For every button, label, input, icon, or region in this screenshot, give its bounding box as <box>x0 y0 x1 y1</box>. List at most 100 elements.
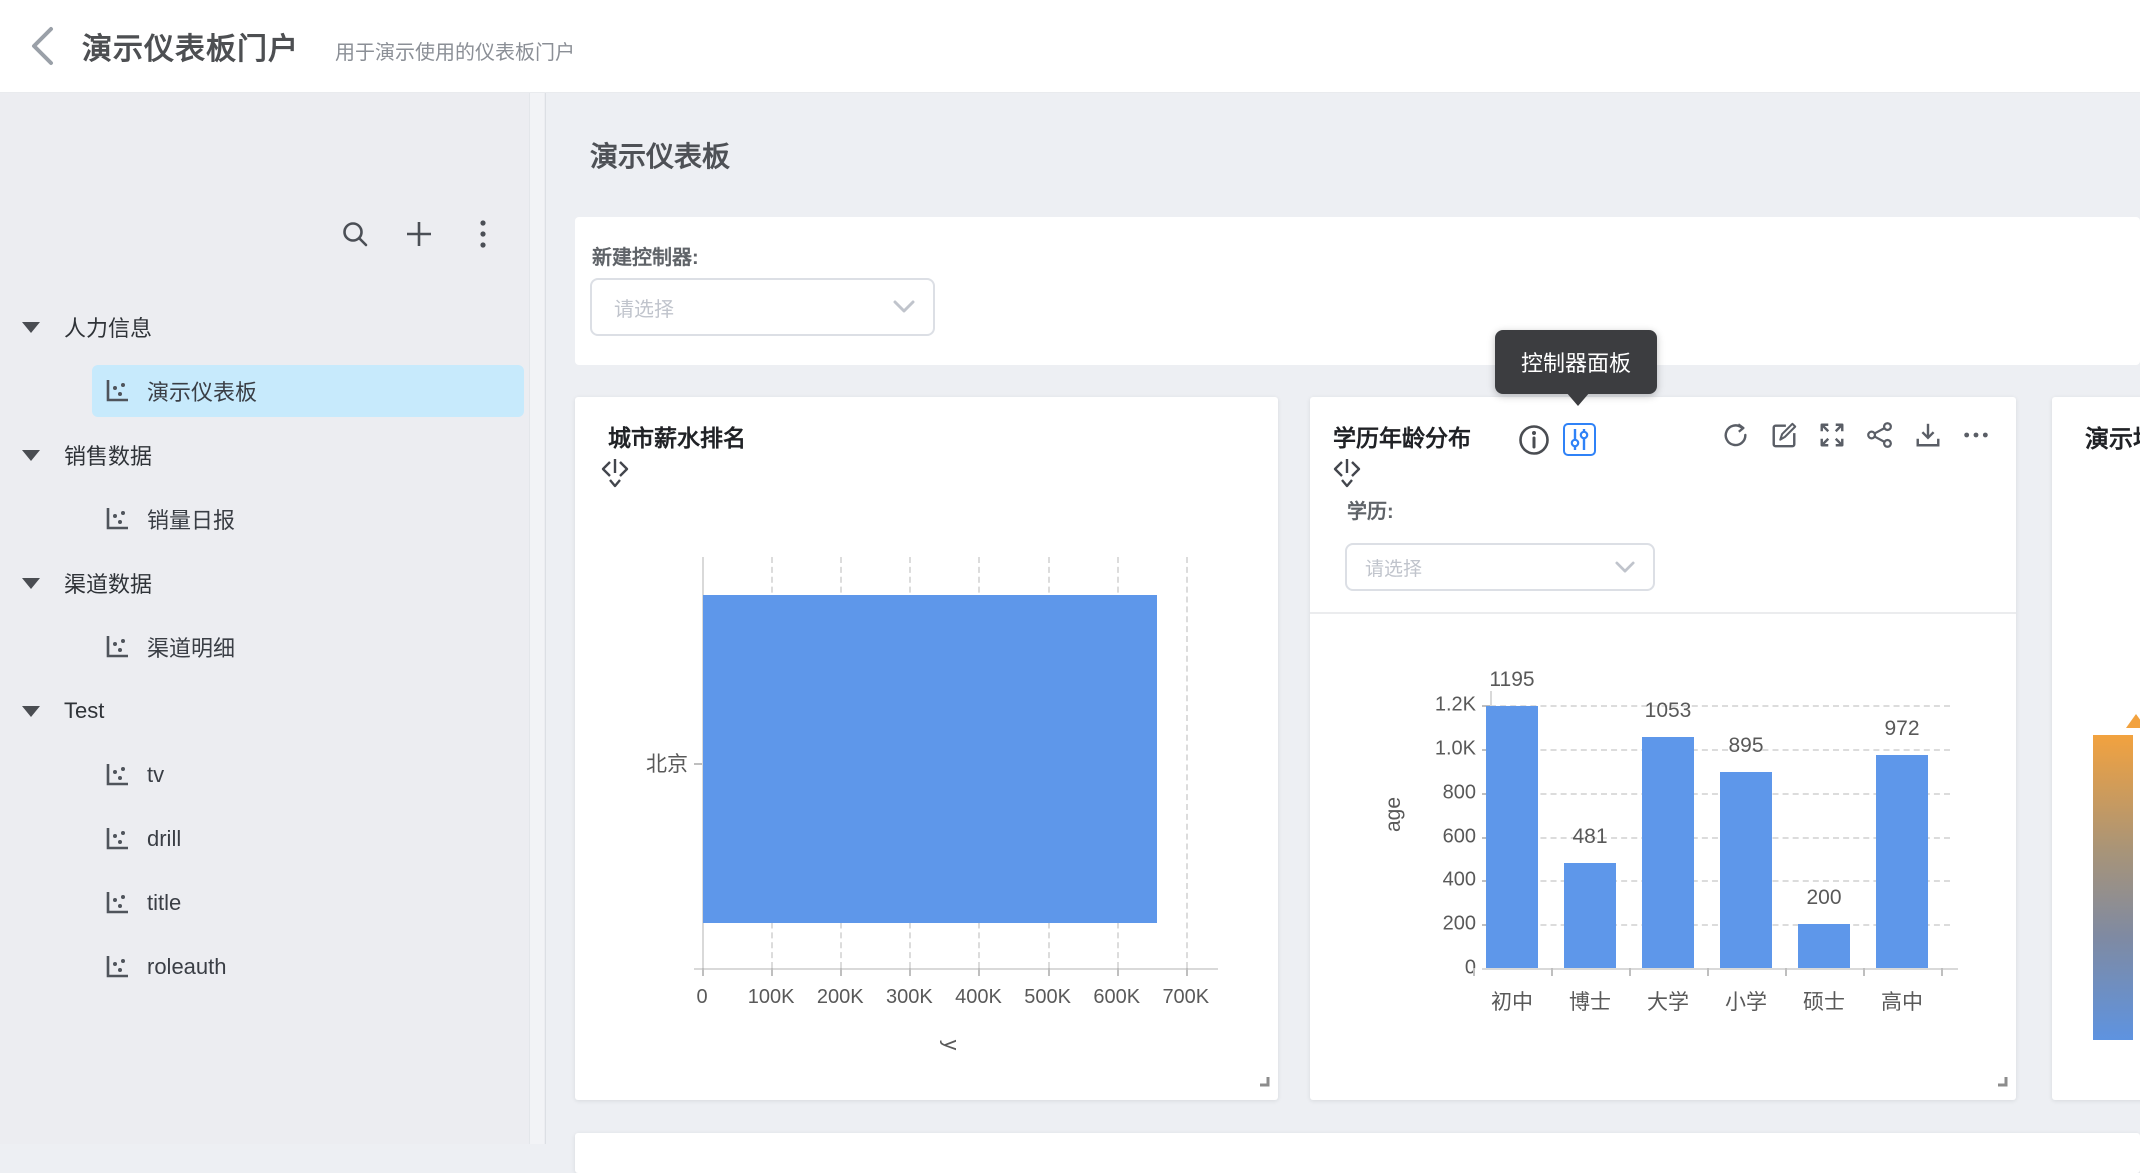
tree-item-3[interactable]: 销量日报 <box>0 487 532 551</box>
filter-label: 学历: <box>1347 495 1394 524</box>
axis-tick <box>1785 968 1787 976</box>
bar-3[interactable] <box>1720 772 1772 968</box>
tree-item-9[interactable]: title <box>0 871 532 935</box>
chevron-down-icon <box>1615 561 1635 574</box>
bar-1[interactable] <box>1564 863 1616 968</box>
x-tick-label: 300K <box>886 986 933 1009</box>
x-tick-label: 400K <box>955 986 1002 1009</box>
edit-icon[interactable] <box>1770 421 1798 449</box>
x-axis <box>1482 968 1958 970</box>
gridline <box>1186 557 1188 968</box>
bar-2[interactable] <box>1642 737 1694 968</box>
chevron-down-icon <box>893 300 915 314</box>
kebab-menu-icon[interactable] <box>461 212 505 256</box>
chart-icon <box>103 377 131 405</box>
chart-icon <box>103 633 131 661</box>
dashboard-tree: 人力信息演示仪表板销售数据销量日报渠道数据渠道明细 Test tv drill titl… <box>0 295 532 999</box>
legend-marker-icon <box>2126 714 2140 728</box>
tree-group-6[interactable]: Test <box>0 679 532 743</box>
back-button[interactable] <box>22 22 62 70</box>
download-icon[interactable] <box>1914 421 1942 449</box>
plus-icon[interactable] <box>397 212 441 256</box>
caret-down-icon[interactable] <box>22 578 40 589</box>
filter-sliders-icon[interactable] <box>1563 423 1596 456</box>
chart-title: 学历年龄分布 <box>1333 419 1471 453</box>
axis-tick <box>1117 968 1119 976</box>
tree-item-label: Test <box>64 698 104 724</box>
caret-down-icon[interactable] <box>22 706 40 717</box>
more-icon[interactable] <box>1962 421 1990 449</box>
new-controller-label: 新建控制器: <box>592 241 699 270</box>
gridline <box>1490 705 1950 707</box>
axis-tick <box>1048 968 1050 976</box>
bar-value-label: 895 <box>1728 734 1763 758</box>
share-icon[interactable] <box>1866 421 1894 449</box>
resize-handle-icon[interactable] <box>1256 1073 1270 1092</box>
axis-tick <box>1629 968 1631 976</box>
select-placeholder: 请选择 <box>592 293 674 322</box>
y-tick-label: 400 <box>1443 869 1476 892</box>
tree-group-0[interactable]: 人力信息 <box>0 295 532 359</box>
refresh-icon[interactable] <box>1722 421 1750 449</box>
tree-item-label: drill <box>147 826 181 852</box>
category-label: 博士 <box>1569 986 1611 1016</box>
sidebar: 人力信息演示仪表板销售数据销量日报渠道数据渠道明细 Test tv drill titl… <box>0 92 546 1144</box>
bar-4[interactable] <box>1798 924 1850 968</box>
tree-item-7[interactable]: tv <box>0 743 532 807</box>
tree-item-1[interactable]: 演示仪表板 <box>0 359 532 423</box>
tree-item-label: roleauth <box>147 954 227 980</box>
select-placeholder: 请选择 <box>1347 554 1422 581</box>
tooltip: 控制器面板 <box>1495 330 1657 394</box>
new-controller-select[interactable]: 请选择 <box>590 278 935 336</box>
bar-beijing[interactable] <box>703 595 1157 923</box>
chart-title: 演示地图 <box>2085 419 2140 454</box>
x-tick-label: 600K <box>1093 986 1140 1009</box>
y-tick-label: 800 <box>1443 781 1476 804</box>
resize-handle-icon[interactable] <box>1994 1073 2008 1092</box>
card-demo-map: 演示地图 <box>2052 397 2140 1100</box>
page-title: 演示仪表板 <box>590 135 730 175</box>
drill-icon[interactable] <box>1333 457 1361 494</box>
chart-toolbar <box>1722 421 1990 449</box>
caret-down-icon[interactable] <box>22 450 40 461</box>
bar-0[interactable] <box>1486 706 1538 968</box>
search-icon[interactable] <box>333 212 377 256</box>
bar-value-label: 1053 <box>1645 699 1692 723</box>
bar-value-label: 481 <box>1572 825 1607 849</box>
x-tick-label: 200K <box>817 986 864 1009</box>
category-label: 高中 <box>1881 986 1923 1016</box>
portal-title: 演示仪表板门户 <box>82 24 299 68</box>
x-tick-label: 500K <box>1024 986 1071 1009</box>
tree-item-label: 销量日报 <box>147 503 235 535</box>
bar-5[interactable] <box>1876 755 1928 968</box>
tree-group-2[interactable]: 销售数据 <box>0 423 532 487</box>
category-label: 北京 <box>646 748 688 778</box>
axis-tick <box>1941 968 1943 976</box>
tree-item-5[interactable]: 渠道明细 <box>0 615 532 679</box>
gridline <box>1490 749 1950 751</box>
tree-group-4[interactable]: 渠道数据 <box>0 551 532 615</box>
tree-item-10[interactable]: roleauth <box>0 935 532 999</box>
panel-divider <box>1310 612 2016 614</box>
y-axis-title: age <box>1382 797 1406 832</box>
tree-item-label: 销售数据 <box>64 439 152 471</box>
drill-icon[interactable] <box>601 457 629 494</box>
education-filter-select[interactable]: 请选择 <box>1345 543 1655 591</box>
info-icon[interactable] <box>1518 424 1550 461</box>
card-education-age: 学历年龄分布 学历: 请选择 02004006008001.0K1.2Kage1… <box>1310 397 2016 1100</box>
caret-down-icon[interactable] <box>22 322 40 333</box>
tree-item-8[interactable]: drill <box>0 807 532 871</box>
bar-value-label: 972 <box>1884 717 1919 741</box>
axis-tick <box>702 968 704 976</box>
card-salary-ranking: 城市薪水排名 北京0100K200K300K400K500K600K700Ky <box>575 397 1278 1100</box>
chart-icon <box>103 505 131 533</box>
sidebar-toolbar <box>333 212 505 256</box>
bar-value-label: 200 <box>1806 886 1841 910</box>
tree-item-label: 渠道明细 <box>147 631 235 663</box>
tooltip-arrow <box>1566 392 1590 406</box>
axis-tick <box>694 763 702 765</box>
tree-item-label: title <box>147 890 181 916</box>
tree-item-label: 人力信息 <box>64 311 152 343</box>
fullscreen-icon[interactable] <box>1818 421 1846 449</box>
category-label: 初中 <box>1491 986 1533 1016</box>
